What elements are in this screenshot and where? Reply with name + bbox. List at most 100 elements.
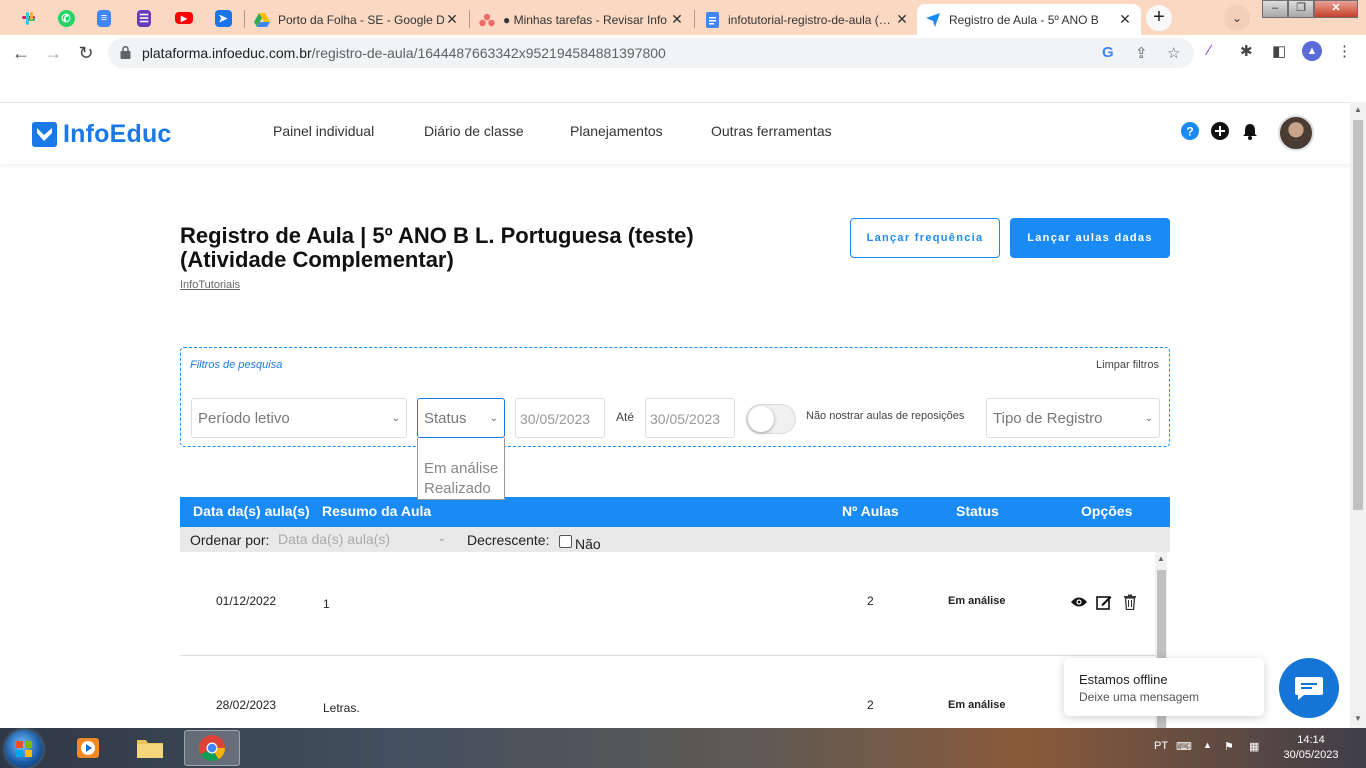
- infoeduc-logo[interactable]: InfoEduc: [32, 120, 172, 149]
- col-header-data: Data da(s) aula(s): [193, 503, 310, 519]
- add-icon[interactable]: [1211, 122, 1229, 140]
- close-tab-icon[interactable]: ✕: [444, 11, 460, 28]
- chrome-menu-icon[interactable]: ⋮: [1337, 42, 1352, 60]
- pinned-tab-youtube[interactable]: ▶: [166, 5, 202, 31]
- close-tab-icon[interactable]: ✕: [894, 11, 910, 28]
- view-eye-icon[interactable]: [1070, 593, 1088, 611]
- pinned-tab-whatsapp[interactable]: ✆: [48, 5, 84, 31]
- help-icon[interactable]: ?: [1181, 122, 1199, 140]
- tab-title: Porto da Folha - SE - Google D: [278, 12, 444, 27]
- google-docs-icon: ≡: [97, 9, 111, 27]
- date-to-input[interactable]: 30/05/2023: [645, 398, 735, 438]
- scroll-up-arrow-icon[interactable]: ▲: [1354, 105, 1362, 114]
- pinned-tab-slack[interactable]: [10, 5, 46, 31]
- lancar-frequencia-button[interactable]: Lançar frequência: [850, 218, 1000, 258]
- clear-filters-link[interactable]: Limpar filtros: [1096, 359, 1159, 371]
- chevron-down-icon: ⌄: [391, 413, 400, 424]
- side-panel-icon[interactable]: ◧: [1272, 42, 1286, 60]
- tab-docs-tutorial[interactable]: infotutorial-registro-de-aula (… ✕: [696, 4, 918, 35]
- status-select[interactable]: Status ⌄: [417, 398, 505, 438]
- system-clock[interactable]: 14:14 30/05/2023: [1280, 733, 1342, 763]
- tab-asana[interactable]: ● Minhas tarefas - Revisar Info ✕: [471, 4, 693, 35]
- sort-select[interactable]: Data da(s) aula(s) ⌄: [278, 531, 446, 547]
- url-host: plataforma.infoeduc.com.br: [142, 45, 312, 61]
- page-subtitle-link[interactable]: InfoTutoriais: [180, 279, 240, 291]
- nav-painel-individual[interactable]: Painel individual: [273, 123, 374, 139]
- close-tab-icon[interactable]: ✕: [1117, 11, 1133, 28]
- chevron-down-icon: ⌄: [437, 533, 446, 544]
- start-button[interactable]: [5, 730, 43, 768]
- edit-icon[interactable]: [1095, 593, 1113, 611]
- nav-outras-ferramentas[interactable]: Outras ferramentas: [711, 123, 832, 139]
- status-option-em-analise[interactable]: Em análise: [424, 459, 504, 479]
- pinned-tab-forms[interactable]: ☰: [126, 5, 162, 31]
- lancar-aulas-dadas-button[interactable]: Lançar aulas dadas: [1010, 218, 1170, 258]
- page-scrollbar-thumb[interactable]: [1353, 120, 1363, 510]
- descending-label: Decrescente:: [467, 532, 550, 548]
- col-header-resumo: Resumo da Aula: [322, 503, 432, 519]
- taskbar-media-player[interactable]: [60, 730, 116, 766]
- page-scrollbar[interactable]: ▲ ▼: [1350, 102, 1366, 728]
- reload-icon[interactable]: ↻: [74, 41, 98, 65]
- user-avatar[interactable]: [1278, 115, 1314, 151]
- action-center-icon[interactable]: ⚑: [1224, 740, 1234, 753]
- google-forms-icon: ☰: [137, 9, 151, 27]
- tab-search-chevron-icon[interactable]: ⌄: [1224, 5, 1250, 31]
- taskbar-chrome[interactable]: [184, 730, 240, 766]
- infoeduc-favicon-icon: [925, 12, 941, 28]
- notification-bell-icon[interactable]: [1241, 122, 1259, 140]
- maximize-button[interactable]: ❐: [1288, 0, 1314, 18]
- reposicoes-toggle[interactable]: [746, 404, 796, 434]
- col-header-n-aulas: Nº Aulas: [842, 503, 899, 519]
- nav-planejamentos[interactable]: Planejamentos: [570, 123, 663, 139]
- youtube-icon: ▶: [175, 12, 193, 24]
- status-option-realizado[interactable]: Realizado: [424, 479, 504, 499]
- windows-taskbar: PT ⌨ ▲ ⚑ ▦ 14:14 30/05/2023: [0, 728, 1366, 768]
- address-bar[interactable]: plataforma.infoeduc.com.br /registro-de-…: [108, 38, 1194, 68]
- search-filters-panel: Filtros de pesquisa Limpar filtros Perío…: [180, 347, 1170, 447]
- descending-checkbox[interactable]: [559, 535, 572, 548]
- keyboard-icon[interactable]: ⌨: [1176, 740, 1192, 753]
- scroll-up-arrow-icon[interactable]: ▲: [1157, 554, 1165, 563]
- media-player-icon: [77, 738, 99, 758]
- extensions-puzzle-icon[interactable]: ✱: [1240, 42, 1253, 60]
- pinned-tab-send[interactable]: ➤: [205, 5, 241, 31]
- pen-extension-icon[interactable]: ∕: [1208, 42, 1211, 59]
- google-translate-icon[interactable]: G: [1102, 44, 1114, 61]
- trash-icon[interactable]: [1121, 593, 1139, 611]
- filters-label: Filtros de pesquisa: [190, 359, 283, 371]
- pinned-tab-docs[interactable]: ≡: [86, 5, 122, 31]
- periodo-letivo-select[interactable]: Período letivo ⌄: [191, 398, 407, 438]
- minimize-button[interactable]: –: [1262, 0, 1288, 18]
- share-icon[interactable]: ⇪: [1135, 44, 1148, 62]
- taskbar-file-explorer[interactable]: [122, 730, 178, 766]
- browser-tab-strip: ✆ ≡ ☰ ▶ ➤ Porto da Folha - SE - Google D…: [0, 0, 1366, 35]
- table-row: 28/02/2023 Letras. 2 Em análise: [180, 656, 1155, 728]
- nav-diario-de-classe[interactable]: Diário de classe: [424, 123, 524, 139]
- descending-value: Não: [575, 536, 601, 552]
- bookmark-star-icon[interactable]: ☆: [1167, 44, 1180, 62]
- table-header: Data da(s) aula(s) Resumo da Aula Nº Aul…: [180, 497, 1170, 527]
- close-window-button[interactable]: ✕: [1314, 0, 1358, 18]
- close-tab-icon[interactable]: ✕: [669, 11, 685, 28]
- tab-registro-de-aula[interactable]: Registro de Aula - 5º ANO B ✕: [917, 4, 1141, 35]
- tipo-registro-select[interactable]: Tipo de Registro ⌄: [986, 398, 1160, 438]
- clock-date: 30/05/2023: [1283, 749, 1339, 761]
- language-indicator[interactable]: PT: [1154, 740, 1168, 752]
- scroll-down-arrow-icon[interactable]: ▼: [1354, 714, 1362, 723]
- chat-launcher-button[interactable]: [1279, 658, 1339, 718]
- tipo-registro-placeholder: Tipo de Registro: [993, 410, 1103, 427]
- new-tab-button[interactable]: +: [1146, 5, 1172, 31]
- show-hidden-icons-icon[interactable]: ▲: [1203, 740, 1212, 750]
- chat-offline-card[interactable]: Estamos offline Deixe uma mensagem: [1064, 658, 1264, 716]
- profile-avatar-icon[interactable]: ▲: [1302, 41, 1322, 61]
- network-icon[interactable]: ▦: [1249, 740, 1259, 753]
- tab-google-drive[interactable]: Porto da Folha - SE - Google D ✕: [246, 4, 468, 35]
- periodo-letivo-placeholder: Período letivo: [198, 410, 290, 427]
- date-from-input[interactable]: 30/05/2023: [515, 398, 605, 438]
- folder-icon: [137, 740, 163, 758]
- tab-title: infotutorial-registro-de-aula (…: [728, 12, 891, 27]
- back-arrow-icon[interactable]: ←: [9, 41, 33, 65]
- asana-icon: [479, 12, 495, 28]
- forward-arrow-icon[interactable]: →: [41, 41, 65, 65]
